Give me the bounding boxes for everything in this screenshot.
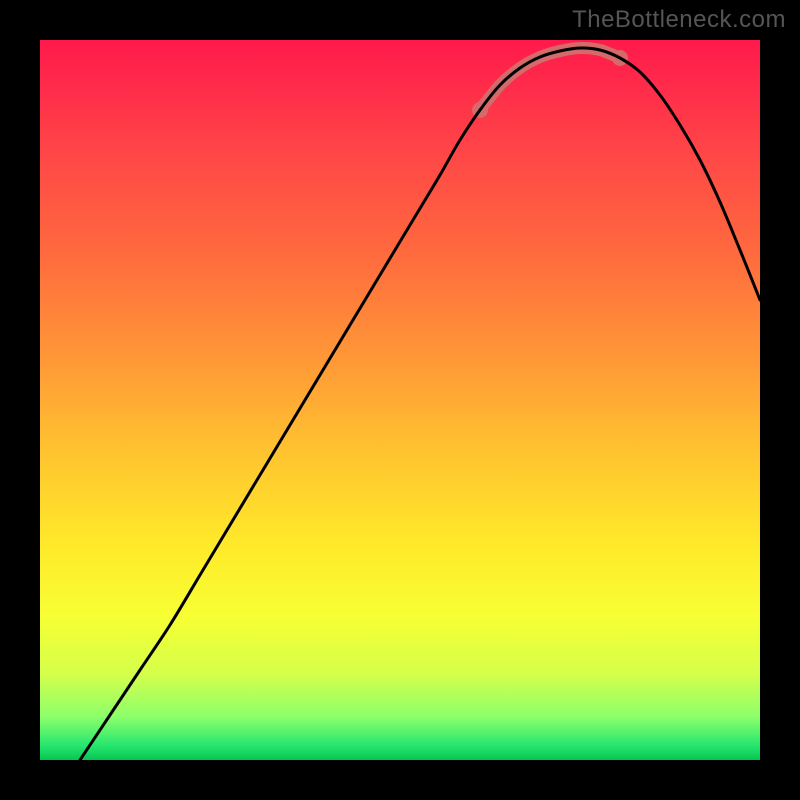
chart-frame: TheBottleneck.com (0, 0, 800, 800)
watermark-text: TheBottleneck.com (572, 6, 786, 34)
curve-svg (40, 40, 760, 760)
bottleneck-highlight (480, 48, 620, 110)
plot-area (40, 40, 760, 760)
bottleneck-curve (80, 48, 760, 760)
